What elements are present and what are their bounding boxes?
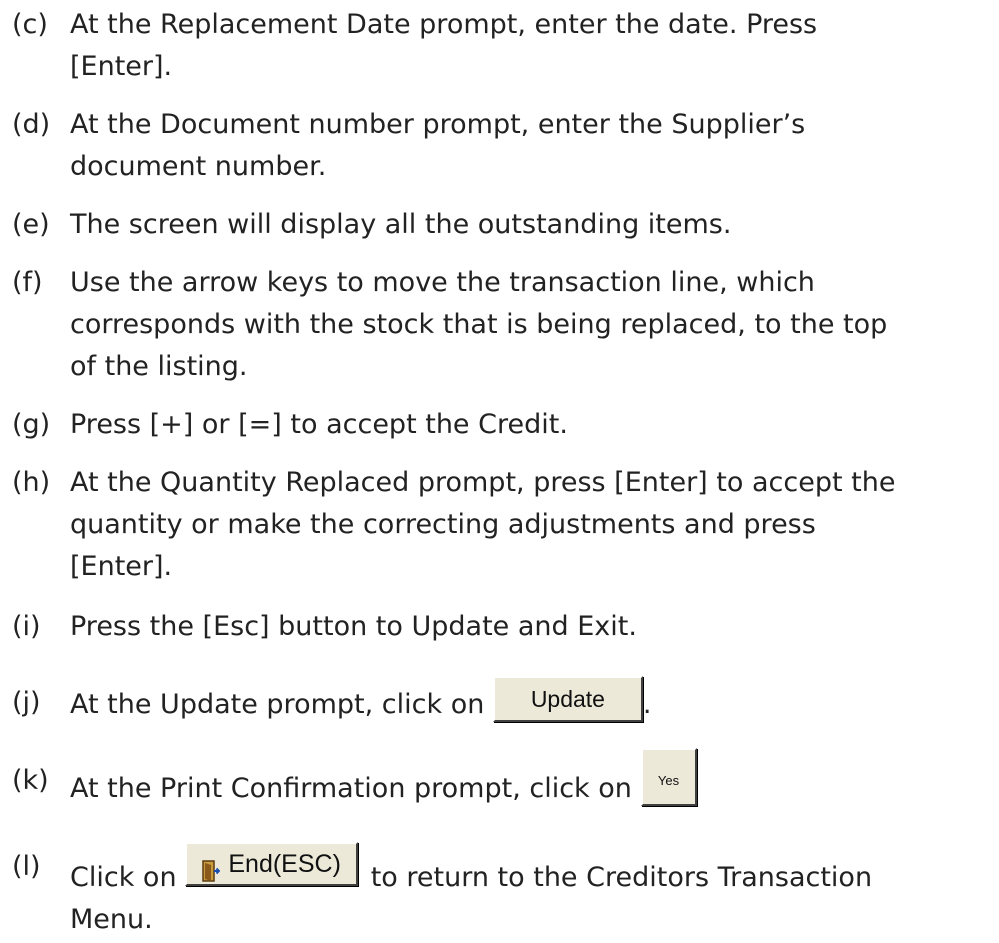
step-marker: (h): [12, 467, 51, 498]
step-text: to return to the Creditors Transaction: [362, 862, 873, 893]
update-button[interactable]: Update: [492, 676, 643, 722]
step-text-line: document number.: [70, 151, 327, 182]
step-marker: (c): [12, 9, 48, 40]
step-text-line: quantity or make the correcting adjustme…: [70, 509, 816, 540]
step-j: (j) At the Update prompt, click on Updat…: [12, 676, 987, 728]
step-l: (l) Click on End(ESC) to return to the C…: [12, 842, 987, 941]
step-text-line: [Enter].: [70, 551, 173, 582]
step-marker: (g): [12, 409, 51, 440]
step-text: At the Print Confirmation prompt, click …: [70, 773, 641, 804]
step-marker: (i): [12, 611, 41, 642]
step-text-line: corresponds with the stock that is being…: [70, 309, 888, 340]
step-text-line: Press the [Esc] button to Update and Exi…: [70, 611, 637, 642]
step-text-line: At the Document number prompt, enter the…: [70, 109, 806, 140]
step-g: (g) Press [+] or [=] to accept the Credi…: [12, 404, 987, 446]
step-marker: (j): [12, 687, 41, 718]
step-text-line: At the Print Confirmation prompt, click …: [70, 748, 987, 818]
yes-button[interactable]: Yes: [640, 748, 697, 806]
step-e: (e) The screen will display all the outs…: [12, 204, 987, 246]
step-text-line: Press [+] or [=] to accept the Credit.: [70, 409, 568, 440]
step-c: (c) At the Replacement Date prompt, ente…: [12, 4, 987, 88]
step-marker: (l): [12, 851, 41, 882]
step-k: (k) At the Print Confirmation prompt, cl…: [12, 748, 987, 818]
step-i: (i) Press the [Esc] button to Update and…: [12, 606, 987, 648]
step-text-line: At the Replacement Date prompt, enter th…: [70, 9, 818, 40]
step-text-line: At the Update prompt, click on Update.: [70, 676, 987, 728]
step-d: (d) At the Document number prompt, enter…: [12, 104, 987, 188]
step-h: (h) At the Quantity Replaced prompt, pre…: [12, 462, 987, 588]
step-text-line: Click on End(ESC) to return to the Credi…: [70, 842, 987, 899]
step-text: Click on: [70, 862, 186, 893]
end-esc-button[interactable]: End(ESC): [185, 842, 359, 886]
step-text-line: of the listing.: [70, 351, 248, 382]
step-text-line: [Enter].: [70, 51, 173, 82]
step-marker: (d): [12, 109, 51, 140]
document-page: (c) At the Replacement Date prompt, ente…: [0, 0, 999, 943]
exit-door-icon: [202, 853, 221, 882]
step-text: .: [642, 689, 652, 720]
step-text-line: Menu.: [70, 904, 153, 935]
end-esc-button-label: End(ESC): [228, 850, 341, 878]
step-text-line: Use the arrow keys to move the transacti…: [70, 267, 815, 298]
step-marker: (e): [12, 209, 50, 240]
step-marker: (k): [12, 765, 49, 796]
step-text-line: The screen will display all the outstand…: [70, 209, 732, 240]
step-text: At the Update prompt, click on: [70, 689, 493, 720]
step-text-line: At the Quantity Replaced prompt, press […: [70, 467, 896, 498]
step-f: (f) Use the arrow keys to move the trans…: [12, 262, 987, 388]
step-marker: (f): [12, 267, 43, 298]
